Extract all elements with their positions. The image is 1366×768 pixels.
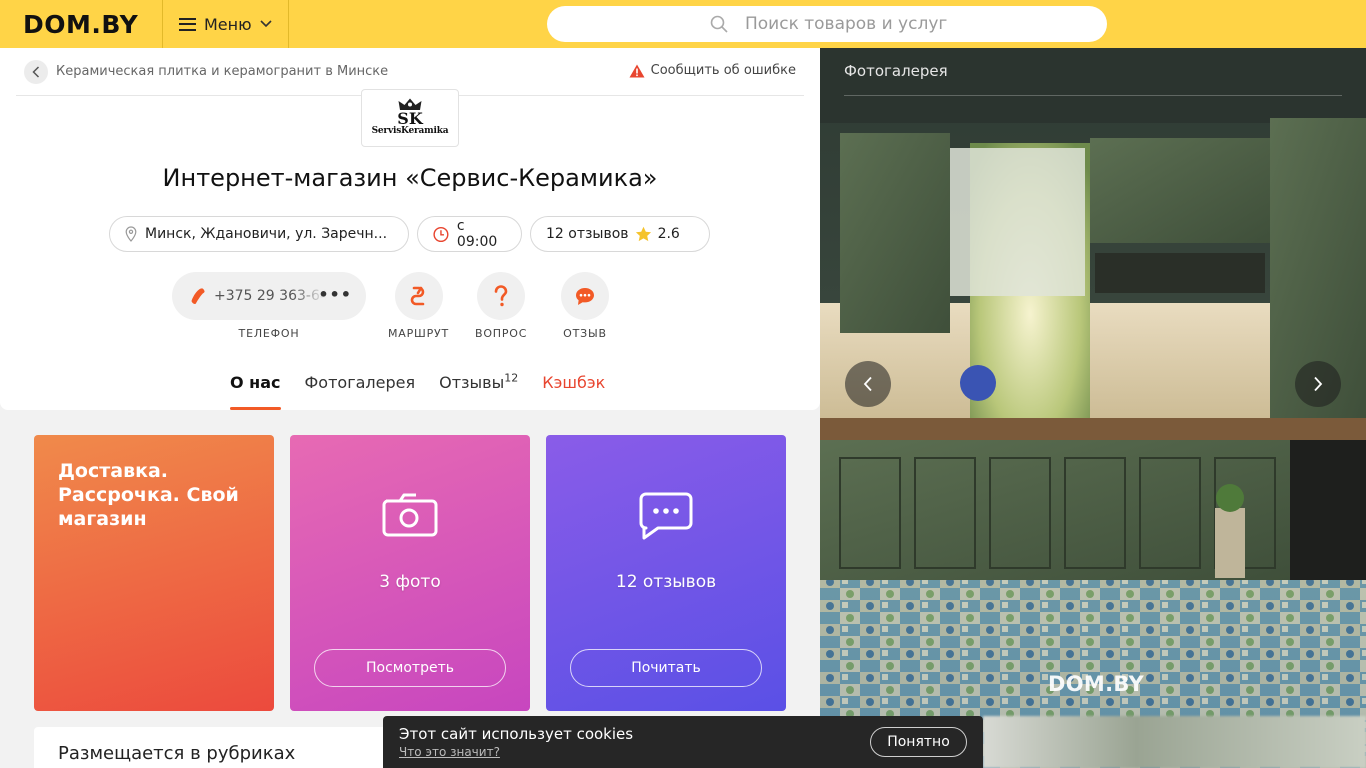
- reviews-promo-card[interactable]: 12 отзывов Почитать: [546, 435, 786, 711]
- photo-gallery: Фотогалерея DOM.BY: [820, 48, 1366, 768]
- company-card: Керамическая плитка и керамогранит в Мин…: [0, 48, 820, 410]
- reviews-rating-chip[interactable]: 12 отзывов 2.6: [530, 216, 710, 252]
- hours-text: с 09:00: [456, 218, 498, 250]
- report-error-link[interactable]: Сообщить об ошибке: [629, 63, 796, 78]
- cookie-message: Этот сайт использует cookies: [399, 725, 634, 743]
- reviews-count-promo: 12 отзывов: [615, 572, 717, 592]
- company-logo-text: ServisKeramika: [371, 126, 449, 136]
- search-input[interactable]: [711, 14, 1071, 34]
- chevron-right-icon: [1314, 376, 1323, 392]
- site-header: DOM.BY Меню: [0, 0, 1366, 48]
- tab-cashback[interactable]: Кэшбэк: [542, 366, 605, 410]
- phone-action-label: ТЕЛЕФОН: [238, 327, 300, 340]
- address-text: Минск, Ждановичи, ул. Заречн...: [145, 226, 388, 242]
- warning-icon: [629, 64, 645, 77]
- chat-bubble-icon: [576, 287, 594, 305]
- cookie-accept-button[interactable]: Понятно: [870, 727, 967, 757]
- gallery-title: Фотогалерея: [844, 62, 948, 80]
- report-error-label: Сообщить об ошибке: [650, 63, 796, 78]
- tab-about[interactable]: О нас: [230, 366, 281, 410]
- photos-promo-card[interactable]: 3 фото Посмотреть: [290, 435, 530, 711]
- company-tabs: О нас Фотогалерея Отзывы12 Кэшбэк: [230, 366, 605, 410]
- hamburger-icon: [179, 17, 196, 31]
- breadcrumb-link[interactable]: Керамическая плитка и керамогранит в Мин…: [56, 64, 388, 79]
- address-chip[interactable]: Минск, Ждановичи, ул. Заречн...: [109, 216, 409, 252]
- phone-icon: [191, 288, 205, 305]
- crown-icon: [398, 98, 422, 110]
- tab-reviews[interactable]: Отзывы12: [439, 366, 518, 410]
- rubrics-title: Размещается в рубриках: [58, 743, 296, 764]
- company-info-chips: Минск, Ждановичи, ул. Заречн... с 09:00 …: [109, 216, 710, 252]
- menu-label: Меню: [204, 14, 252, 34]
- gallery-watermark: DOM.BY: [1048, 672, 1145, 696]
- location-pin-icon: [125, 226, 137, 242]
- review-action-circle[interactable]: [561, 272, 609, 320]
- chevron-left-icon: [863, 376, 872, 392]
- tab-reviews-count: 12: [504, 371, 519, 385]
- tab-gallery[interactable]: Фотогалерея: [305, 366, 416, 410]
- photos-count: 3 фото: [379, 572, 441, 592]
- company-logo-mark: SK: [397, 109, 423, 128]
- more-dots-icon[interactable]: •••: [318, 285, 352, 304]
- kitchen-photo[interactable]: [820, 48, 1366, 768]
- delivery-promo-title: Доставка. Рассрочка. Свой магазин: [58, 460, 239, 530]
- hours-chip[interactable]: с 09:00: [417, 216, 522, 252]
- company-logo: SK ServisKeramika: [361, 89, 459, 147]
- question-icon: [494, 285, 508, 307]
- gallery-prev-button[interactable]: [845, 361, 891, 407]
- camera-icon-wrap: [290, 491, 530, 537]
- delivery-promo-card[interactable]: Доставка. Рассрочка. Свой магазин: [34, 435, 274, 711]
- route-action[interactable]: МАРШРУТ: [388, 272, 449, 340]
- reviews-count: 12 отзывов: [546, 226, 629, 242]
- site-logo[interactable]: DOM.BY: [0, 0, 163, 48]
- message-icon: [639, 492, 693, 540]
- question-action-label: ВОПРОС: [475, 327, 528, 340]
- cookie-info-link[interactable]: Что это значит?: [399, 745, 500, 759]
- tab-reviews-label: Отзывы: [439, 373, 505, 392]
- search-bar: [547, 6, 1107, 42]
- menu-button[interactable]: Меню: [163, 0, 289, 48]
- back-button[interactable]: [24, 59, 48, 84]
- phone-number: +375 29 363-64: [214, 288, 326, 304]
- chevron-down-icon: [260, 20, 272, 28]
- reviews-icon-wrap: [546, 491, 786, 541]
- clock-icon: [433, 226, 449, 242]
- view-photos-button[interactable]: Посмотреть: [314, 649, 506, 687]
- question-action[interactable]: ВОПРОС: [475, 272, 527, 340]
- rubrics-section: Размещается в рубриках: [34, 727, 394, 768]
- read-reviews-button[interactable]: Почитать: [570, 649, 762, 687]
- next-photo-preview: [983, 716, 1366, 768]
- camera-icon: [382, 493, 438, 537]
- phone-action[interactable]: +375 29 363-64 ••• ТЕЛЕФОН: [172, 272, 366, 340]
- review-action[interactable]: ОТЗЫВ: [561, 272, 609, 340]
- page-title: Интернет-магазин «Сервис-Керамика»: [162, 164, 658, 192]
- gallery-divider: [844, 95, 1342, 96]
- chevron-left-icon: [32, 65, 40, 78]
- star-icon: [635, 226, 651, 242]
- route-icon: [410, 286, 424, 306]
- cookie-banner: Этот сайт использует cookies Что это зна…: [383, 716, 983, 768]
- search-icon: [710, 15, 728, 33]
- review-action-label: ОТЗЫВ: [563, 327, 607, 340]
- route-action-label: МАРШРУТ: [388, 327, 450, 340]
- question-action-circle[interactable]: [477, 272, 526, 320]
- rating-value: 2.6: [657, 226, 680, 242]
- contact-actions: +375 29 363-64 ••• ТЕЛЕФОН МАРШРУТ ВОПРО…: [172, 272, 642, 347]
- route-action-circle[interactable]: [394, 272, 443, 320]
- gallery-next-button[interactable]: [1295, 361, 1341, 407]
- phone-pill[interactable]: +375 29 363-64 •••: [172, 272, 366, 320]
